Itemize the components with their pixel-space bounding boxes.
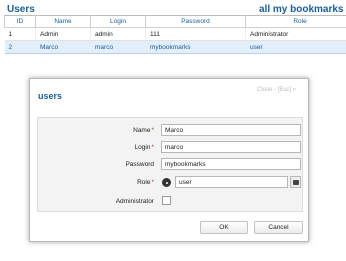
dialog-title: users (38, 91, 63, 101)
role-clear-icon[interactable] (162, 178, 171, 187)
login-input[interactable]: marco (161, 141, 301, 153)
cell-role: user (245, 40, 346, 54)
password-input[interactable]: mybookmarks (161, 158, 301, 170)
cell-name: Admin (35, 27, 91, 41)
password-row: Password mybookmarks (38, 158, 302, 172)
cell-name: Marco (35, 40, 91, 54)
role-label: Role* (137, 179, 154, 186)
cancel-button[interactable]: Cancel (254, 221, 303, 234)
user-edit-dialog: users Close - [Esc] » Name* Marco Login*… (29, 78, 309, 242)
column-header-login[interactable]: Login (90, 15, 146, 28)
folder-icon (293, 180, 299, 185)
name-input[interactable]: Marco (161, 124, 301, 136)
login-label: Login* (134, 144, 154, 151)
page-title: Users (7, 4, 35, 15)
required-mark: * (151, 144, 154, 151)
column-header-role[interactable]: Role (245, 15, 346, 28)
cell-password: 111 (145, 27, 246, 41)
cell-login: marco (90, 40, 146, 54)
bookmarks-link-label[interactable]: all my bookmarks (259, 4, 343, 15)
required-mark: * (151, 127, 154, 134)
cell-id: 1 (4, 27, 36, 41)
table-header-row: ID Name Login Password Role (4, 15, 346, 28)
cell-login: admin (90, 27, 146, 41)
role-row: Role* user (38, 176, 302, 190)
column-header-id[interactable]: ID (4, 15, 36, 28)
ok-button[interactable]: OK (200, 221, 248, 234)
column-header-password[interactable]: Password (145, 15, 246, 28)
administrator-label: Administrator (115, 198, 154, 205)
name-label: Name* (133, 127, 154, 134)
table-row[interactable]: 1 Admin admin 111 Administrator (4, 27, 346, 41)
close-link[interactable]: Close - [Esc] » (257, 87, 296, 93)
column-header-name[interactable]: Name (35, 15, 91, 28)
role-input[interactable]: user (175, 176, 288, 188)
password-label: Password (125, 161, 154, 168)
required-mark: * (151, 179, 154, 186)
form-panel: Name* Marco Login* marco Password mybook… (37, 117, 303, 212)
administrator-checkbox[interactable] (162, 196, 171, 205)
cell-role: Administrator (245, 27, 346, 41)
login-row: Login* marco (38, 141, 302, 155)
role-lookup-button[interactable] (290, 176, 301, 188)
all-bookmarks-link[interactable]: all my bookmarks b (259, 4, 346, 15)
table-row-selected[interactable]: 2 Marco marco mybookmarks user (4, 40, 346, 54)
administrator-row: Administrator (38, 195, 302, 209)
users-table: ID Name Login Password Role 1 Admin admi… (4, 15, 346, 54)
cell-password: mybookmarks (145, 40, 246, 54)
cell-id: 2 (4, 40, 36, 54)
name-row: Name* Marco (38, 124, 302, 138)
